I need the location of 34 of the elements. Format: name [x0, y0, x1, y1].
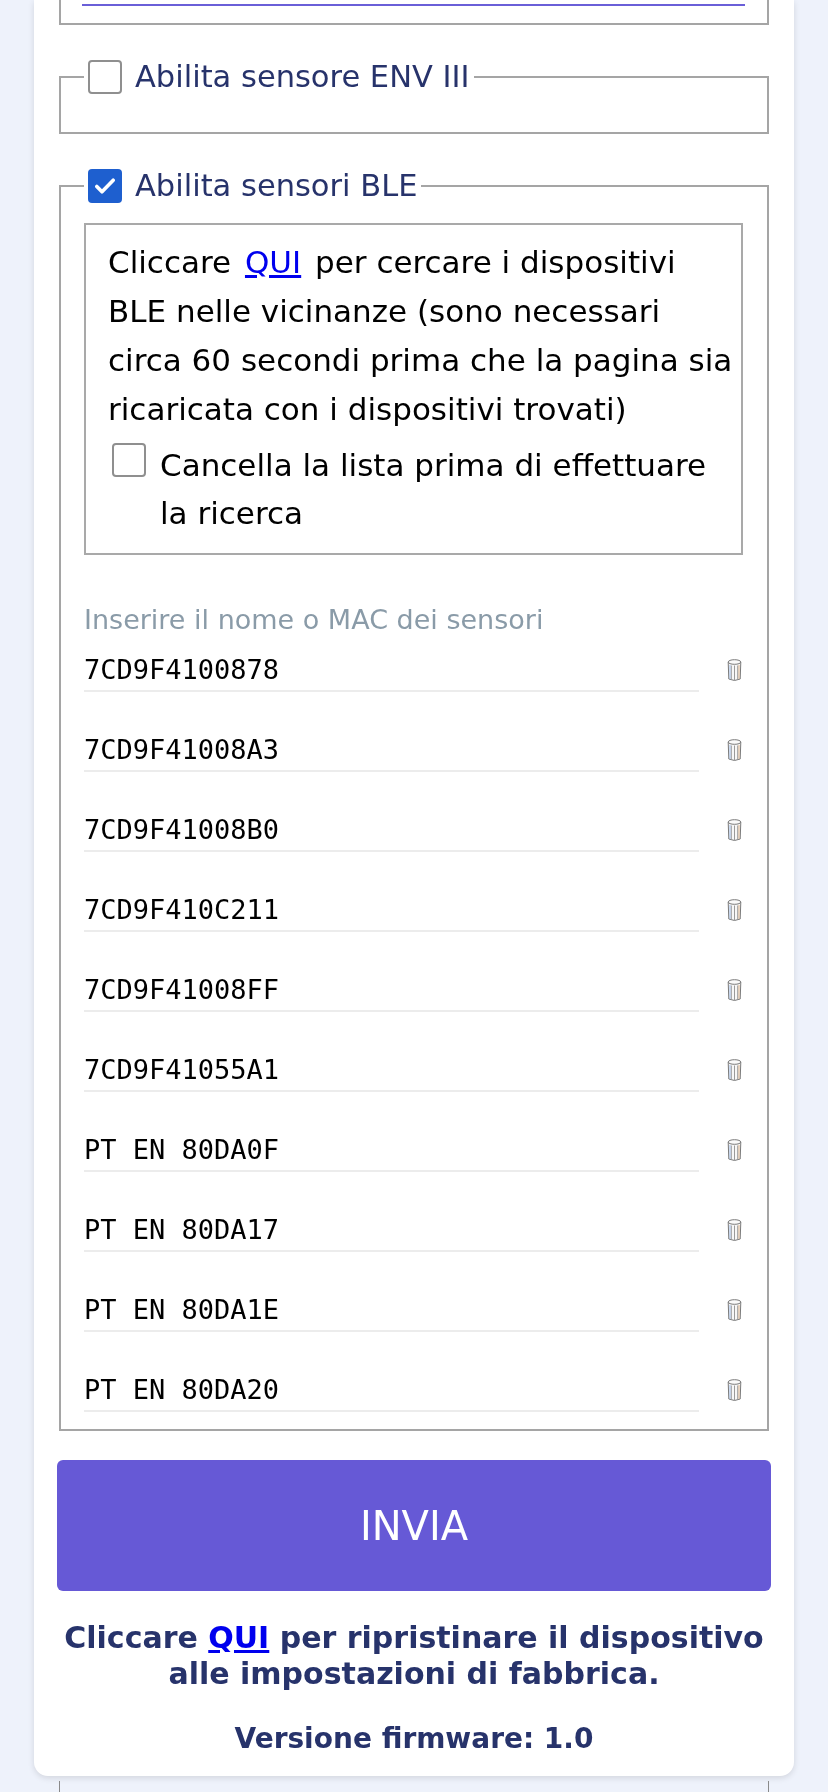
- factory-reset-text: Cliccare QUI per ripristinare il dispositivo alle impostazioni di fabbrica.: [63, 1620, 765, 1692]
- checkbox-label: Abilita sensori BLE: [135, 169, 418, 203]
- trash-icon[interactable]: [727, 1378, 742, 1402]
- check-icon: [95, 178, 115, 194]
- sensor-input[interactable]: PT EN 80DA20: [84, 1368, 699, 1412]
- scan-instructions: Cliccare QUI per cercare i dispositivi BLE nelle vicinanze (sono necessari circa 60 secondi prima che la pagina sia ricaricata con i dispositivi trovati): [108, 243, 733, 429]
- trash-icon[interactable]: [727, 1218, 742, 1242]
- checkbox-label: Cancella la lista prima di effettuare la ricerca: [160, 446, 708, 533]
- trash-icon[interactable]: [727, 978, 742, 1002]
- trash-icon[interactable]: [727, 738, 742, 762]
- sensor-input[interactable]: 7CD9F41008A3: [84, 728, 699, 772]
- checkbox-label: Abilita sensore ENV III: [135, 60, 470, 94]
- sensor-input[interactable]: PT EN 80DA17: [84, 1208, 699, 1252]
- checkbox[interactable]: [88, 60, 122, 94]
- field-label: Inserire il nome o MAC dei sensori: [84, 604, 545, 636]
- sensor-input[interactable]: 7CD9F410C211: [84, 888, 699, 932]
- sensor-input[interactable]: 7CD9F41008B0: [84, 808, 699, 852]
- sensor-input[interactable]: PT EN 80DA0F: [84, 1128, 699, 1172]
- trash-icon[interactable]: [727, 898, 742, 922]
- trash-icon[interactable]: [727, 1058, 742, 1082]
- trash-icon[interactable]: [727, 1298, 742, 1322]
- sensor-input[interactable]: 7CD9F41055A1: [84, 1048, 699, 1092]
- checkbox[interactable]: [112, 443, 146, 477]
- checkbox[interactable]: [88, 169, 122, 203]
- trash-icon[interactable]: [727, 658, 742, 682]
- sensor-input[interactable]: 7CD9F41008FF: [84, 968, 699, 1012]
- trash-icon[interactable]: [727, 818, 742, 842]
- factory-reset-link[interactable]: QUI: [208, 1620, 270, 1655]
- submit-button[interactable]: INVIA: [57, 1460, 771, 1591]
- trash-icon[interactable]: [727, 1138, 742, 1162]
- sensor-input[interactable]: PT EN 80DA1E: [84, 1288, 699, 1332]
- sensor-input[interactable]: 7CD9F4100878: [84, 648, 699, 692]
- firmware-version: Versione firmware: 1.0: [233, 1722, 595, 1756]
- scan-link[interactable]: QUI: [240, 244, 306, 280]
